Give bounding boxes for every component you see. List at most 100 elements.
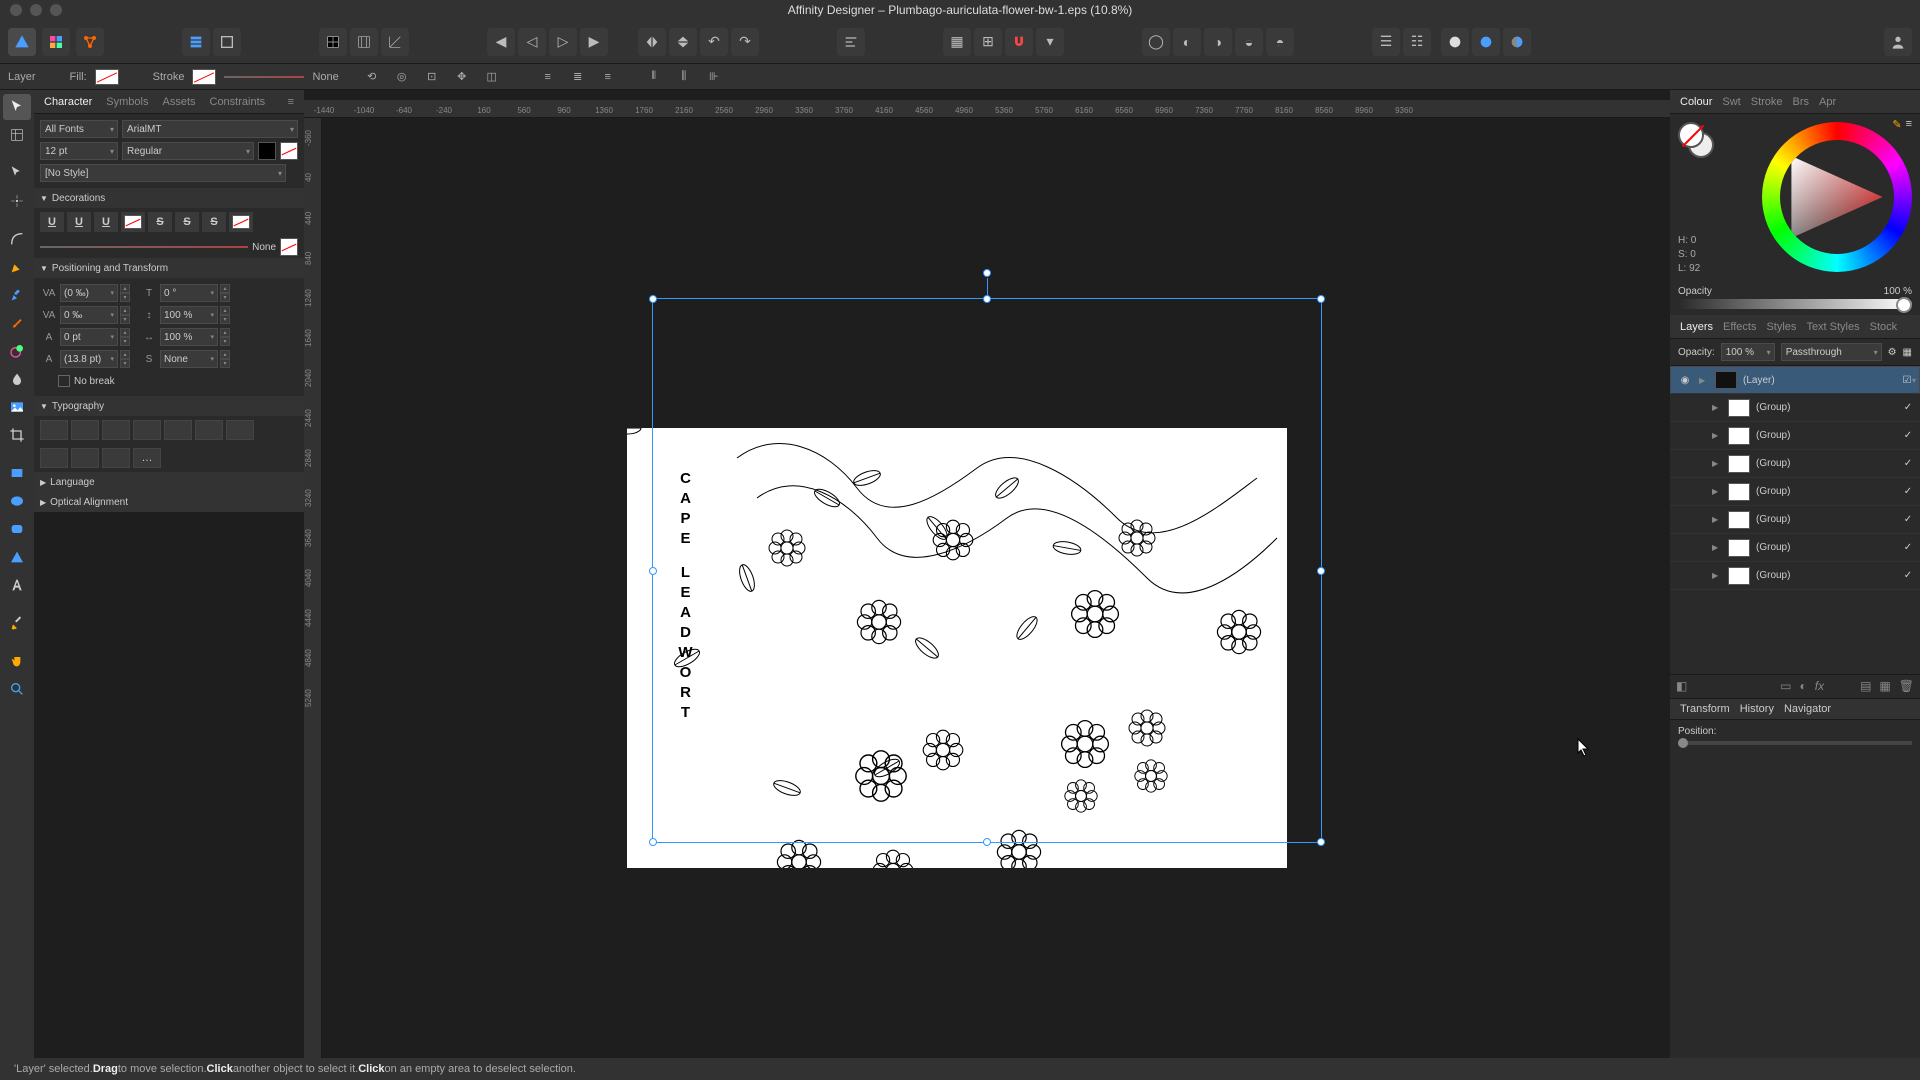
- layer-check-icon[interactable]: ✓: [1902, 570, 1914, 582]
- close-window-icon[interactable]: [10, 4, 22, 16]
- fx-layer-icon[interactable]: fx: [1815, 679, 1824, 693]
- lock-children-icon[interactable]: ⊞: [974, 28, 1002, 56]
- expand-icon[interactable]: ▶: [1712, 543, 1722, 552]
- ruler-horizontal[interactable]: -1440-1040-640-2401605609601360176021602…: [304, 100, 1670, 118]
- tab-stroke[interactable]: Stroke: [1751, 96, 1783, 108]
- expand-icon[interactable]: ▶: [1712, 515, 1722, 524]
- show-rotation-icon[interactable]: ◎: [391, 66, 413, 88]
- crop-tool-icon[interactable]: [3, 422, 31, 448]
- distribute-v-icon[interactable]: ⫼: [673, 66, 695, 88]
- tab-constraints[interactable]: Constraints: [210, 96, 266, 108]
- font-size-select[interactable]: 12 pt: [40, 142, 118, 160]
- delete-layer-icon[interactable]: 🗑: [1899, 679, 1914, 693]
- typo-alternates-button[interactable]: [71, 420, 99, 440]
- tab-colour[interactable]: Colour: [1680, 96, 1712, 108]
- expand-icon[interactable]: ▶: [1712, 571, 1722, 580]
- underline-color-button[interactable]: U: [94, 212, 118, 232]
- account-icon[interactable]: [1884, 28, 1912, 56]
- grid-icon[interactable]: [319, 28, 347, 56]
- strike-swatch[interactable]: [229, 212, 253, 232]
- layer-row[interactable]: ▶(Group)✓: [1670, 450, 1920, 478]
- strike-button[interactable]: S: [148, 212, 172, 232]
- expand-icon[interactable]: ▶: [1712, 459, 1722, 468]
- layer-check-icon[interactable]: ✓: [1902, 542, 1914, 554]
- fill-swatch[interactable]: [95, 69, 119, 85]
- colour-wheel[interactable]: [1762, 122, 1912, 272]
- positioning-header[interactable]: ▼Positioning and Transform: [34, 258, 304, 278]
- opacity-slider[interactable]: [1678, 299, 1912, 309]
- baseline-input[interactable]: 0 pt: [60, 328, 118, 346]
- tab-character[interactable]: Character: [44, 96, 92, 108]
- align-right-icon[interactable]: ≡: [597, 66, 619, 88]
- rotate-cw-icon[interactable]: ↷: [731, 28, 759, 56]
- underline-button[interactable]: U: [40, 212, 64, 232]
- place-image-tool-icon[interactable]: [3, 394, 31, 420]
- artboard[interactable]: LEADWORT CAPE: [627, 428, 1287, 868]
- tab-stock[interactable]: Stock: [1870, 321, 1898, 333]
- tab-transform[interactable]: Transform: [1680, 703, 1730, 715]
- flip-v-icon[interactable]: [669, 28, 697, 56]
- view-mode-2-icon[interactable]: [1472, 28, 1500, 56]
- selection-handle-mr[interactable]: [1317, 567, 1325, 575]
- selection-handle-tr[interactable]: [1317, 295, 1325, 303]
- add-layer-icon[interactable]: ▤: [1860, 679, 1871, 693]
- transform-origin-icon[interactable]: ✥: [451, 66, 473, 88]
- panel-menu-icon[interactable]: ≡: [288, 96, 294, 108]
- typography-header[interactable]: ▼Typography: [34, 396, 304, 416]
- move-front-icon[interactable]: ▶: [580, 28, 608, 56]
- kerning-input[interactable]: 0 ‰: [60, 306, 118, 324]
- underline-swatch[interactable]: [121, 212, 145, 232]
- layer-row[interactable]: ▶(Group)✓: [1670, 422, 1920, 450]
- font-family-select[interactable]: ArialMT: [122, 120, 298, 138]
- text-tool-icon[interactable]: [3, 572, 31, 598]
- font-style-select[interactable]: Regular: [122, 142, 254, 160]
- layer-check-icon[interactable]: ✓: [1902, 402, 1914, 414]
- align-left-icon[interactable]: ≡: [537, 66, 559, 88]
- tracking-input[interactable]: (0 ‰): [60, 284, 118, 302]
- layer-check-icon[interactable]: ✓: [1902, 458, 1914, 470]
- app-logo-icon[interactable]: [8, 28, 36, 56]
- typo-opt1-button[interactable]: [40, 448, 68, 468]
- distribute-h-icon[interactable]: ⫴: [643, 66, 665, 88]
- persona-pixel-icon[interactable]: [42, 28, 70, 56]
- decoration-swatch[interactable]: [280, 238, 298, 256]
- layer-row[interactable]: ▶(Group)✓: [1670, 506, 1920, 534]
- expand-icon[interactable]: ▶: [1712, 487, 1722, 496]
- align-icon[interactable]: [837, 28, 865, 56]
- typo-opt3-button[interactable]: [102, 448, 130, 468]
- colour-picker-tool-icon[interactable]: [3, 610, 31, 636]
- transparency-tool-icon[interactable]: [3, 366, 31, 392]
- layer-check-icon[interactable]: ✓: [1902, 430, 1914, 442]
- axis-icon[interactable]: [381, 28, 409, 56]
- ellipse-tool-icon[interactable]: [3, 488, 31, 514]
- colour-menu-icon[interactable]: ≡: [1906, 118, 1912, 131]
- shear-input[interactable]: 0 °: [160, 284, 218, 302]
- rotate-ccw-icon[interactable]: ↶: [700, 28, 728, 56]
- language-header[interactable]: ▶Language: [34, 472, 304, 492]
- back-one-icon[interactable]: ◁: [518, 28, 546, 56]
- expand-icon[interactable]: ▶: [1699, 376, 1709, 385]
- selection-handle-tl[interactable]: [649, 295, 657, 303]
- adjust-layer-icon[interactable]: ◐: [1799, 679, 1806, 693]
- insert-target-icon[interactable]: ☰: [1372, 28, 1400, 56]
- layer-edit-all-icon[interactable]: ◧: [1676, 679, 1687, 693]
- artboard-tool-icon[interactable]: [3, 122, 31, 148]
- nobreak-checkbox[interactable]: [58, 375, 70, 387]
- layer-row[interactable]: ▶(Group)✓: [1670, 534, 1920, 562]
- view-mode-1-icon[interactable]: [1441, 28, 1469, 56]
- tab-appearance[interactable]: Apr: [1819, 96, 1836, 108]
- typo-fractions-button[interactable]: [195, 420, 223, 440]
- force-pixel-icon[interactable]: [213, 28, 241, 56]
- typo-ligatures-button[interactable]: [40, 420, 68, 440]
- layer-check-icon[interactable]: ✓: [1902, 486, 1914, 498]
- add-pixel-layer-icon[interactable]: ▦: [1879, 679, 1890, 693]
- text-bg-swatch[interactable]: [280, 142, 298, 160]
- layer-opacity-select[interactable]: 100 %: [1721, 343, 1775, 361]
- double-strike-button[interactable]: S: [175, 212, 199, 232]
- tab-history[interactable]: History: [1740, 703, 1774, 715]
- text-fill-swatch[interactable]: [258, 142, 276, 160]
- layer-check-icon[interactable]: ☑: [1901, 374, 1913, 386]
- layer-row[interactable]: ▶(Group)✓: [1670, 394, 1920, 422]
- tab-navigator[interactable]: Navigator: [1784, 703, 1831, 715]
- tab-text-styles[interactable]: Text Styles: [1806, 321, 1859, 333]
